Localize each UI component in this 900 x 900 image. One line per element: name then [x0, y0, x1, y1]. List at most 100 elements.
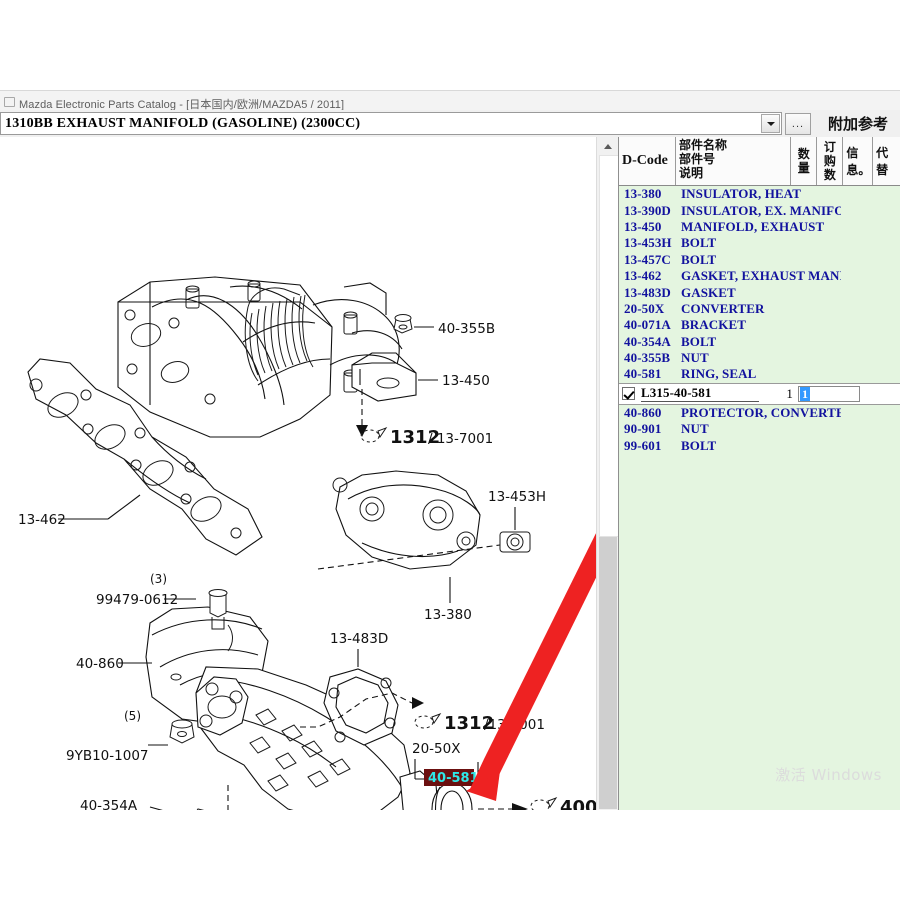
part-dcode: 40-354A [624, 333, 671, 349]
additional-reference-button[interactable]: 附加参考 [818, 111, 898, 136]
part-dcode: 13-380 [624, 186, 662, 202]
part-name: NUT [681, 421, 709, 437]
column-header-quantity-c1: 数 [797, 147, 810, 161]
part-dcode: 99-601 [624, 437, 662, 453]
part-dcode: 13-453H [624, 235, 672, 251]
top-blank-area [0, 0, 900, 90]
part-name: BRACKET [681, 317, 746, 333]
svg-text:/ 13-7001: / 13-7001 [428, 431, 493, 447]
parts-list-pane[interactable]: D-Code 部件名称 部件号 说明 数 量 订 购 数 信 息。 代 替 13… [618, 137, 900, 811]
diagram-label-40-860: 40-860 [76, 656, 124, 672]
parts-table-row[interactable]: 40-581 RING, SEAL [619, 366, 900, 382]
scroll-up-icon[interactable] [599, 139, 616, 154]
parts-table-row[interactable]: 13-450 MANIFOLD, EXHAUST [619, 219, 900, 235]
diagram-label-40-355B: 40-355B [438, 321, 495, 337]
part-dcode: 13-462 [624, 268, 662, 284]
diagram-label-13-483D: 13-483D [330, 631, 388, 647]
column-header-info-c2: 息。 [846, 163, 871, 177]
column-header-part-name[interactable]: 部件名称 部件号 说明 [676, 137, 792, 185]
main-content: 13-462 40-355B 13-450 1312 / 13-7001 13-… [0, 137, 900, 811]
parts-table-row[interactable]: 40-355B NUT [619, 350, 900, 366]
part-name: PROTECTOR, CONVERTER [681, 404, 841, 420]
column-header-info-c1: 信 [846, 146, 859, 160]
bottom-blank-area [0, 810, 900, 900]
parts-table-row[interactable]: 20-50X CONVERTER [619, 301, 900, 317]
part-dcode: 20-50X [624, 300, 665, 316]
diagram-label-99479-qty: (3) [150, 572, 167, 586]
parts-table-row[interactable]: 13-390D INSULATOR, EX. MANIFOLD [619, 202, 900, 218]
diagram-ref-4000: 4000 /20-55X [530, 796, 596, 811]
diagram-label-9YB10-1007: 9YB10-1007 [66, 748, 149, 764]
part-name: BOLT [681, 437, 717, 453]
part-dcode: 13-457C [624, 251, 671, 267]
column-header-alternate[interactable]: 代 替 [873, 137, 900, 185]
part-name: RING, SEAL [681, 366, 757, 382]
column-header-part-name-line2: 部件号 [679, 152, 716, 166]
section-combobox[interactable]: 1310BB EXHAUST MANIFOLD (GASOLINE) (2300… [0, 112, 782, 135]
column-header-part-name-line1: 部件名称 [679, 138, 728, 152]
toolbar: 1310BB EXHAUST MANIFOLD (GASOLINE) (2300… [0, 110, 900, 138]
parts-table-row[interactable]: 13-453H BOLT [619, 235, 900, 251]
application-window: Mazda Electronic Parts Catalog - [日本国内/欧… [0, 90, 900, 811]
red-pointer-arrow [466, 533, 596, 801]
parts-table-row[interactable]: 40-354A BOLT [619, 334, 900, 350]
part-dcode: 13-483D [624, 284, 671, 300]
order-quantity-input[interactable]: 1 [798, 385, 860, 402]
part-name: GASKET, EXHAUST MANIFOLD [681, 268, 841, 284]
parts-table-row[interactable]: 13-380 INSULATOR, HEAT [619, 186, 900, 202]
part-name: CONVERTER [681, 300, 765, 316]
svg-text:40-581: 40-581 [428, 771, 479, 786]
column-header-order-c2: 购 [823, 154, 836, 168]
selected-part-number: L315-40-581 [641, 385, 759, 403]
diagram-ref-1312-upper: 1312 / 13-7001 [360, 426, 493, 448]
diagram-label-13-380: 13-380 [424, 607, 472, 623]
svg-text:4000: 4000 [560, 797, 596, 811]
app-window-icon [2, 94, 15, 107]
parts-table-row[interactable]: 13-462 GASKET, EXHAUST MANIFOLD [619, 268, 900, 284]
column-header-part-name-line3: 说明 [679, 166, 704, 180]
part-dcode: 90-901 [624, 421, 662, 437]
diagram-label-9YB10-qty: (5) [124, 709, 141, 723]
chevron-down-icon[interactable] [761, 114, 780, 133]
part-name: BOLT [681, 251, 717, 267]
part-dcode: 13-390D [624, 202, 671, 218]
section-combobox-value: 1310BB EXHAUST MANIFOLD (GASOLINE) (2300… [5, 115, 361, 131]
column-header-order-c3: 数 [823, 168, 836, 182]
order-quantity-value: 1 [800, 386, 811, 401]
part-dcode: 13-450 [624, 218, 662, 234]
selected-row-quantity: 1 [786, 385, 793, 401]
part-name: NUT [681, 350, 709, 366]
column-header-order-c1: 订 [823, 140, 836, 154]
part-name: BOLT [681, 235, 717, 251]
browse-button[interactable]: ... [785, 112, 811, 135]
part-dcode: 40-860 [624, 404, 662, 420]
parts-table-row[interactable]: 13-483D GASKET [619, 284, 900, 300]
diagram-label-13-450: 13-450 [442, 373, 490, 389]
parts-table-selected-row[interactable]: L315-40-581 1 1 [619, 382, 900, 405]
parts-table-body: 13-380 INSULATOR, HEAT 13-390D INSULATOR, E… [619, 186, 900, 811]
diagram-vertical-scrollbar[interactable] [596, 137, 620, 811]
column-header-dcode[interactable]: D-Code [619, 137, 677, 185]
parts-table-header: D-Code 部件名称 部件号 说明 数 量 订 购 数 信 息。 代 替 [619, 137, 900, 186]
column-header-alternate-c1: 代 [876, 146, 889, 160]
row-checkbox[interactable] [622, 387, 635, 401]
part-name: INSULATOR, HEAT [681, 186, 801, 202]
scrollbar-track[interactable] [599, 537, 617, 809]
diagram-label-13-453H: 13-453H [488, 489, 546, 505]
diagram-highlight-40-581[interactable]: 40-581 [424, 769, 479, 786]
parts-table-row[interactable]: 13-457C BOLT [619, 252, 900, 268]
parts-table-row[interactable]: 99-601 BOLT [619, 437, 900, 453]
diagram-label-99479-0612: 99479-0612 [96, 592, 178, 608]
parts-table-row[interactable]: 40-860 PROTECTOR, CONVERTER [619, 405, 900, 421]
part-dcode: 40-071A [624, 317, 671, 333]
window-title-bar: Mazda Electronic Parts Catalog - [日本国内/欧… [0, 91, 900, 111]
parts-table-row[interactable]: 90-901 NUT [619, 421, 900, 437]
column-header-quantity-c2: 量 [797, 161, 810, 175]
exploded-parts-diagram: 13-462 40-355B 13-450 1312 / 13-7001 13-… [18, 276, 596, 811]
parts-table-row[interactable]: 40-071A BRACKET [619, 317, 900, 333]
column-header-order-quantity[interactable]: 订 购 数 [817, 137, 844, 185]
column-header-quantity[interactable]: 数 量 [791, 137, 818, 185]
scrollbar-thumb[interactable] [599, 155, 619, 537]
column-header-info[interactable]: 信 息。 [843, 137, 874, 185]
parts-diagram-pane[interactable]: 13-462 40-355B 13-450 1312 / 13-7001 13-… [0, 137, 596, 811]
